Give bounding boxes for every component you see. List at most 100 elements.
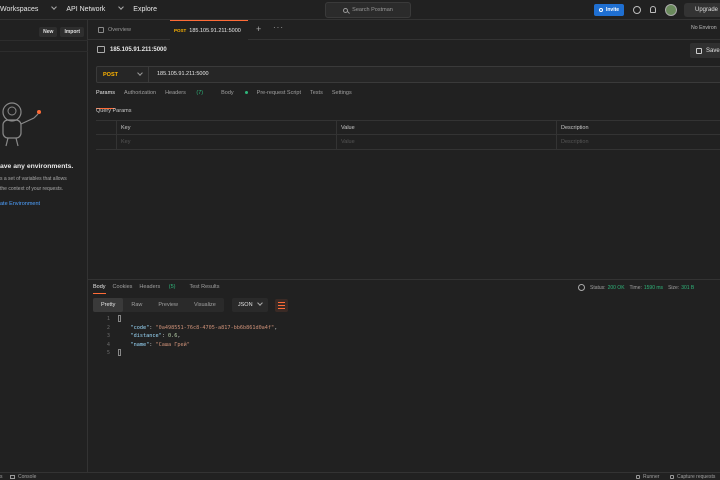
response-tab-test-results[interactable]: Test Results xyxy=(189,284,219,290)
runner-button[interactable]: Runner xyxy=(636,474,659,480)
globe-icon[interactable] xyxy=(578,284,585,291)
request-title: 185.105.91.211:5000 xyxy=(97,46,167,53)
json-key: "distance" xyxy=(130,333,162,339)
new-button[interactable]: New xyxy=(39,26,58,37)
line-number: 5 xyxy=(106,350,110,356)
response-divider[interactable] xyxy=(88,279,720,280)
tab-params[interactable]: Params xyxy=(96,90,115,109)
astronaut-illustration-icon xyxy=(2,102,41,147)
value-input[interactable]: Value xyxy=(336,135,556,149)
overview-icon xyxy=(98,27,104,33)
empty-state-desc-line: the context of your requests. xyxy=(0,185,64,192)
settings-gear-icon[interactable] xyxy=(633,6,641,14)
query-params-table: Key Value Description Key Value Descript… xyxy=(96,120,720,150)
search-bar[interactable]: Search Postman xyxy=(325,2,411,18)
request-tab-bar: Overview POST 185.105.91.211:5000 + ··· … xyxy=(88,20,720,40)
tab-tests[interactable]: Tests xyxy=(310,90,323,104)
json-value: "Саша Грей" xyxy=(155,341,190,348)
response-tab-body[interactable]: Body xyxy=(93,284,106,294)
response-view-bar: Pretty Raw Preview Visualize JSON xyxy=(93,298,288,312)
line-number: 4 xyxy=(106,341,110,348)
column-header-key: Key xyxy=(116,121,336,135)
nav-workspaces[interactable]: Workspaces xyxy=(0,4,58,13)
table-header-row: Key Value Description xyxy=(96,120,720,135)
response-tab-headers[interactable]: Headers (5) xyxy=(139,284,182,290)
view-visualize[interactable]: Visualize xyxy=(186,298,224,312)
search-icon xyxy=(343,7,349,13)
line-number: 2 xyxy=(106,324,110,331)
text-cursor xyxy=(118,315,121,322)
new-tab-plus-icon[interactable]: + xyxy=(256,24,261,34)
size-label: Size: xyxy=(668,284,680,291)
nav-explore[interactable]: Explore xyxy=(133,6,157,13)
description-input[interactable]: Description xyxy=(556,135,720,149)
key-input[interactable]: Key xyxy=(116,135,336,149)
tab-overview[interactable]: Overview xyxy=(92,20,168,40)
size-value[interactable]: 301 B xyxy=(681,285,694,291)
upgrade-button[interactable]: Upgrade xyxy=(684,3,720,17)
nav-api-network-label: API Network xyxy=(66,6,106,13)
headers-count: (7) xyxy=(196,90,204,96)
save-button[interactable]: Save xyxy=(690,43,720,58)
tab-body[interactable]: Body xyxy=(221,90,248,104)
save-disk-icon xyxy=(696,47,702,54)
url-bar: POST 185.105.91.211:5000 xyxy=(96,66,720,83)
checkbox-column-header xyxy=(96,121,116,135)
more-tabs-ellipsis-icon[interactable]: ··· xyxy=(273,23,284,32)
format-select[interactable]: JSON xyxy=(231,298,268,312)
tab-headers-label: Headers xyxy=(165,90,186,96)
chevron-down-icon xyxy=(256,300,263,306)
import-button[interactable]: Import xyxy=(60,26,84,37)
response-tabs: Body Cookies Headers (5) Test Results xyxy=(93,284,226,294)
tab-authorization[interactable]: Authorization xyxy=(124,90,156,104)
row-checkbox[interactable] xyxy=(96,135,116,149)
capture-requests-button[interactable]: Capture requests xyxy=(670,474,715,480)
body-indicator-dot-icon xyxy=(244,91,248,95)
time-value[interactable]: 1590 ms xyxy=(644,285,663,291)
chevron-down-icon xyxy=(51,4,58,10)
status-bar: s Console Runner Capture requests xyxy=(0,472,720,480)
invite-button[interactable]: Invite xyxy=(594,4,624,16)
url-input[interactable]: 185.105.91.211:5000 xyxy=(157,71,209,77)
view-preview[interactable]: Preview xyxy=(150,298,186,312)
empty-state-desc-line: s a set of variables that allows xyxy=(0,176,67,182)
chevron-down-icon xyxy=(137,69,143,76)
json-value: "0a498551-76c8-4705-a817-bb6b861d0a4f" xyxy=(155,324,275,331)
view-raw[interactable]: Raw xyxy=(123,298,150,312)
line-number: 1 xyxy=(106,316,110,322)
capture-label: Capture requests xyxy=(677,474,716,480)
tab-pre-request-script[interactable]: Pre-request Script xyxy=(257,90,301,104)
request-tabs: Params Authorization Headers (7) Body Pr… xyxy=(96,90,361,109)
save-label: Save xyxy=(706,47,720,54)
time-label: Time: xyxy=(629,284,642,291)
view-mode-switch: Pretty Raw Preview Visualize xyxy=(93,298,224,312)
notification-bell-icon[interactable] xyxy=(650,6,656,13)
tab-overview-label: Overview xyxy=(108,27,131,33)
sidebar-actions: New Import xyxy=(0,23,88,41)
footer-cut-label: s xyxy=(0,474,3,480)
nav-api-network[interactable]: API Network xyxy=(66,4,125,13)
status-label: Status: xyxy=(590,284,606,291)
empty-state-title: ave any environments. xyxy=(0,163,74,170)
create-environment-link[interactable]: ate Environment xyxy=(0,201,40,207)
avatar[interactable] xyxy=(665,4,677,16)
environment-selector[interactable]: No Environ xyxy=(691,25,717,31)
tab-request[interactable]: POST 185.105.91.211:5000 xyxy=(170,20,248,40)
console-label: Console xyxy=(18,474,37,480)
method-label: POST xyxy=(103,71,118,78)
code-line: "code": "0a498551-76c8-4705-a817-bb6b861… xyxy=(130,324,278,331)
response-tab-cookies[interactable]: Cookies xyxy=(113,284,133,290)
tab-headers[interactable]: Headers (7) xyxy=(165,90,212,104)
tab-settings[interactable]: Settings xyxy=(332,90,352,104)
runner-label: Runner xyxy=(643,474,660,480)
method-select[interactable]: POST xyxy=(97,67,149,82)
view-pretty[interactable]: Pretty xyxy=(93,298,124,312)
console-button[interactable]: Console xyxy=(10,474,36,480)
empty-state-description: s a set of variables that allows the con… xyxy=(0,175,88,194)
status-value[interactable]: 200 OK xyxy=(608,285,625,291)
request-name[interactable]: 185.105.91.211:5000 xyxy=(110,47,167,53)
tab-body-label: Body xyxy=(221,90,234,96)
code-line: "distance": 0.6, xyxy=(130,333,181,339)
wrap-lines-icon[interactable] xyxy=(274,298,288,312)
table-row: Key Value Description xyxy=(96,135,720,150)
